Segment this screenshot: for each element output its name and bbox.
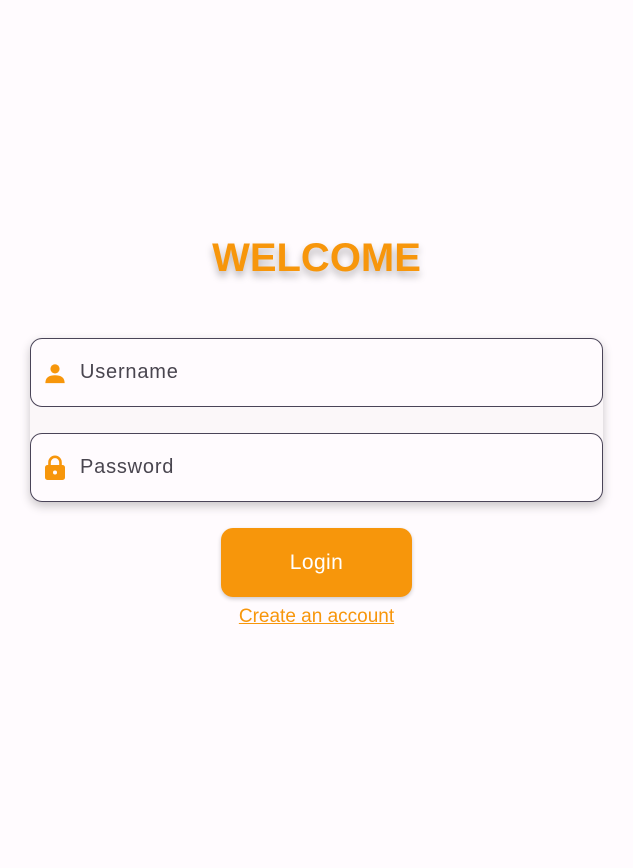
login-form	[30, 338, 603, 502]
person-icon	[43, 361, 67, 385]
create-account-link[interactable]: Create an account	[0, 606, 633, 628]
lock-icon	[43, 454, 67, 480]
password-input[interactable]	[80, 456, 560, 479]
password-field[interactable]	[30, 433, 603, 502]
welcome-title: WELCOME	[212, 236, 421, 280]
username-input[interactable]	[80, 361, 560, 384]
username-field[interactable]	[30, 338, 603, 407]
login-button[interactable]: Login	[221, 528, 412, 597]
